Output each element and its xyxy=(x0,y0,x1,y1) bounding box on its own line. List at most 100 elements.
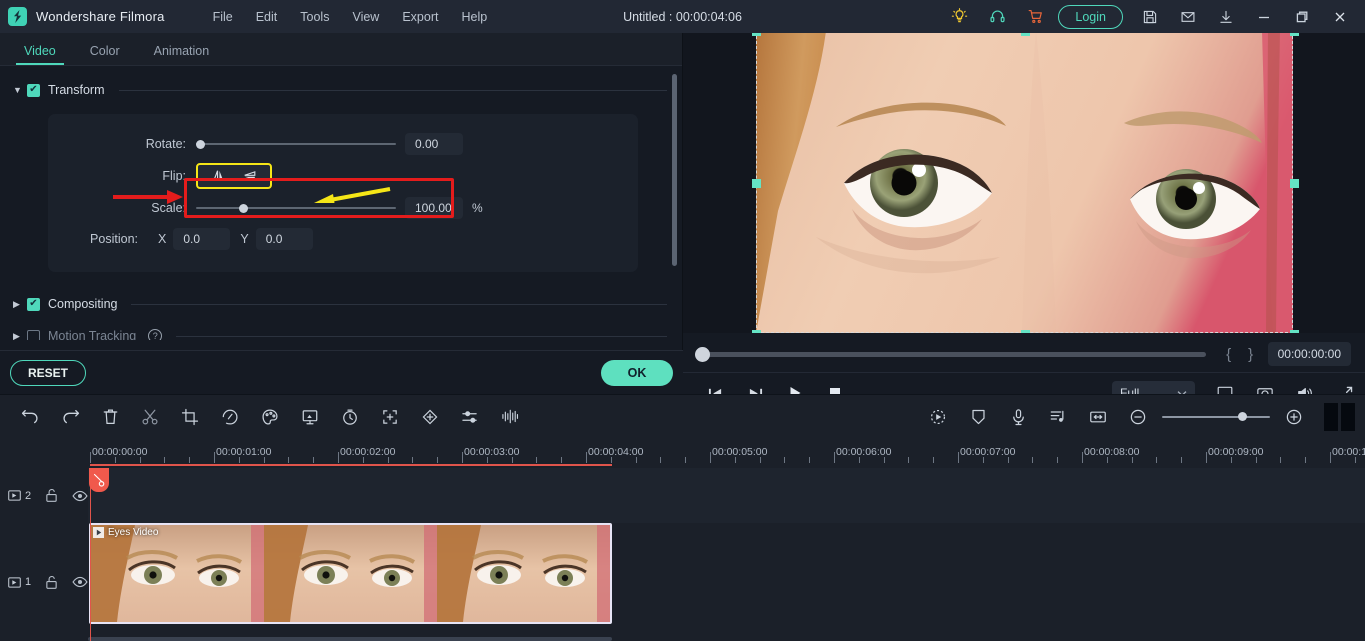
flip-row: Flip: xyxy=(48,160,638,192)
zoom-in-icon[interactable] xyxy=(1274,395,1314,439)
divider xyxy=(131,303,667,305)
menu-item-file[interactable]: File xyxy=(203,6,243,28)
properties-scrollbar[interactable] xyxy=(672,74,677,266)
scale-row: Scale: 100.00 % xyxy=(48,192,638,224)
transform-checkbox[interactable] xyxy=(27,83,40,97)
chevron-right-icon[interactable] xyxy=(13,299,27,310)
audio-detach-icon[interactable] xyxy=(1038,395,1078,439)
fit-to-timeline-icon[interactable] xyxy=(1078,395,1118,439)
timeline-zoom-slider[interactable] xyxy=(1162,412,1270,422)
timeline-ruler[interactable]: 00:00:00:00 00:00:01:00 00:00:02:00 00:0… xyxy=(0,438,1365,468)
save-disk-icon[interactable] xyxy=(1131,0,1169,33)
menu-item-export[interactable]: Export xyxy=(392,6,448,28)
timeline-horizontal-scrollbar[interactable] xyxy=(88,637,612,641)
track-row-2[interactable]: 2 xyxy=(0,468,1365,523)
zoom-out-icon[interactable] xyxy=(1118,395,1158,439)
flip-vertical-icon[interactable] xyxy=(234,165,266,187)
playhead-marker[interactable] xyxy=(89,468,109,492)
preview-seek-knob[interactable] xyxy=(695,346,710,362)
menu-item-help[interactable]: Help xyxy=(451,6,497,28)
ruler-minor-tick xyxy=(759,457,761,463)
audio-waveform-icon[interactable] xyxy=(490,395,530,439)
compositing-checkbox[interactable] xyxy=(27,297,40,311)
preview-timecode[interactable]: 00:00:00:00 xyxy=(1267,342,1351,366)
close-icon[interactable] xyxy=(1321,0,1359,33)
ruler-label: 00:00:1 xyxy=(1332,446,1365,458)
scale-slider-knob[interactable] xyxy=(239,203,248,213)
timeline-zoom-knob[interactable] xyxy=(1238,412,1247,421)
menu-item-tools[interactable]: Tools xyxy=(290,6,339,28)
resize-handle-top-right[interactable] xyxy=(1290,33,1299,36)
split-scissors-icon[interactable] xyxy=(130,395,170,439)
position-y-input[interactable]: 0.0 xyxy=(255,228,313,250)
position-row: Position: X 0.0 Y 0.0 xyxy=(48,224,638,254)
envelope-icon[interactable] xyxy=(1169,0,1207,33)
login-button[interactable]: Login xyxy=(1058,4,1123,29)
ok-button[interactable]: OK xyxy=(601,359,673,386)
resize-handle-top-left[interactable] xyxy=(752,33,761,36)
tab-animation[interactable]: Animation xyxy=(146,44,218,65)
crop-icon[interactable] xyxy=(170,395,210,439)
resize-handle-top-center[interactable] xyxy=(1021,33,1030,36)
rotate-value-input[interactable]: 0.00 xyxy=(405,133,463,155)
speed-icon[interactable] xyxy=(210,395,250,439)
resize-handle-middle-right[interactable] xyxy=(1290,179,1299,188)
transform-controls-card: Rotate: 0.00 Flip: Scale: 100.00 % Posit… xyxy=(48,114,638,272)
section-motion-tracking-header[interactable]: Motion Tracking ? xyxy=(0,322,683,340)
title-bar-actions: Login xyxy=(940,0,1365,33)
rotate-slider[interactable] xyxy=(196,137,396,151)
stopwatch-icon[interactable] xyxy=(330,395,370,439)
download-icon[interactable] xyxy=(1207,0,1245,33)
chevron-right-icon[interactable] xyxy=(13,331,27,341)
restore-window-icon[interactable] xyxy=(1283,0,1321,33)
question-mark-icon[interactable]: ? xyxy=(148,329,163,340)
undo-icon[interactable] xyxy=(10,395,50,439)
playhead[interactable] xyxy=(89,468,109,641)
menu-item-edit[interactable]: Edit xyxy=(246,6,288,28)
section-compositing-header[interactable]: Compositing xyxy=(0,290,683,318)
video-preview-stage[interactable] xyxy=(683,33,1365,333)
rotate-slider-knob[interactable] xyxy=(196,139,205,149)
menu-item-view[interactable]: View xyxy=(342,6,389,28)
chevron-down-icon[interactable] xyxy=(13,85,27,95)
mark-out-icon[interactable]: } xyxy=(1240,346,1262,363)
section-transform-header[interactable]: Transform xyxy=(0,76,683,104)
scale-slider[interactable] xyxy=(196,201,396,215)
redo-icon[interactable] xyxy=(50,395,90,439)
resize-handle-bottom-center[interactable] xyxy=(1021,330,1030,333)
auto-enhance-icon[interactable] xyxy=(370,395,410,439)
minimize-icon[interactable] xyxy=(1245,0,1283,33)
ruler-major-tick xyxy=(1082,452,1083,463)
timeline-clip-eyes-video[interactable]: Eyes Video xyxy=(89,523,612,624)
unlocked-padlock-icon[interactable] xyxy=(45,488,58,503)
track-row-1[interactable]: 1 Eyes Video xyxy=(0,523,1365,641)
resize-handle-middle-left[interactable] xyxy=(752,179,761,188)
unlocked-padlock-icon[interactable] xyxy=(45,575,58,590)
scale-value-input[interactable]: 100.00 xyxy=(405,197,463,219)
visibility-eye-icon[interactable] xyxy=(72,576,88,588)
visibility-eye-icon[interactable] xyxy=(72,490,88,502)
selection-bounding-box[interactable] xyxy=(752,33,1299,333)
tab-video[interactable]: Video xyxy=(16,44,64,65)
mask-shield-icon[interactable] xyxy=(958,395,998,439)
tab-color[interactable]: Color xyxy=(82,44,128,65)
green-screen-icon[interactable] xyxy=(290,395,330,439)
keyframe-icon[interactable] xyxy=(410,395,450,439)
resize-handle-bottom-left[interactable] xyxy=(752,330,761,333)
color-palette-icon[interactable] xyxy=(250,395,290,439)
resize-handle-bottom-right[interactable] xyxy=(1290,330,1299,333)
preview-seek-slider[interactable] xyxy=(695,346,1206,362)
cart-icon[interactable] xyxy=(1016,0,1054,33)
render-preview-icon[interactable] xyxy=(1324,402,1355,431)
motion-tracking-icon[interactable] xyxy=(918,395,958,439)
reset-button[interactable]: RESET xyxy=(10,359,87,386)
motion-tracking-checkbox[interactable] xyxy=(27,329,40,340)
position-x-input[interactable]: 0.0 xyxy=(173,228,231,250)
headset-icon[interactable] xyxy=(978,0,1016,33)
adjust-sliders-icon[interactable] xyxy=(450,395,490,439)
voiceover-mic-icon[interactable] xyxy=(998,395,1038,439)
delete-icon[interactable] xyxy=(90,395,130,439)
lightbulb-icon[interactable] xyxy=(940,0,978,33)
flip-horizontal-icon[interactable] xyxy=(202,165,234,187)
mark-in-icon[interactable]: { xyxy=(1218,346,1240,363)
